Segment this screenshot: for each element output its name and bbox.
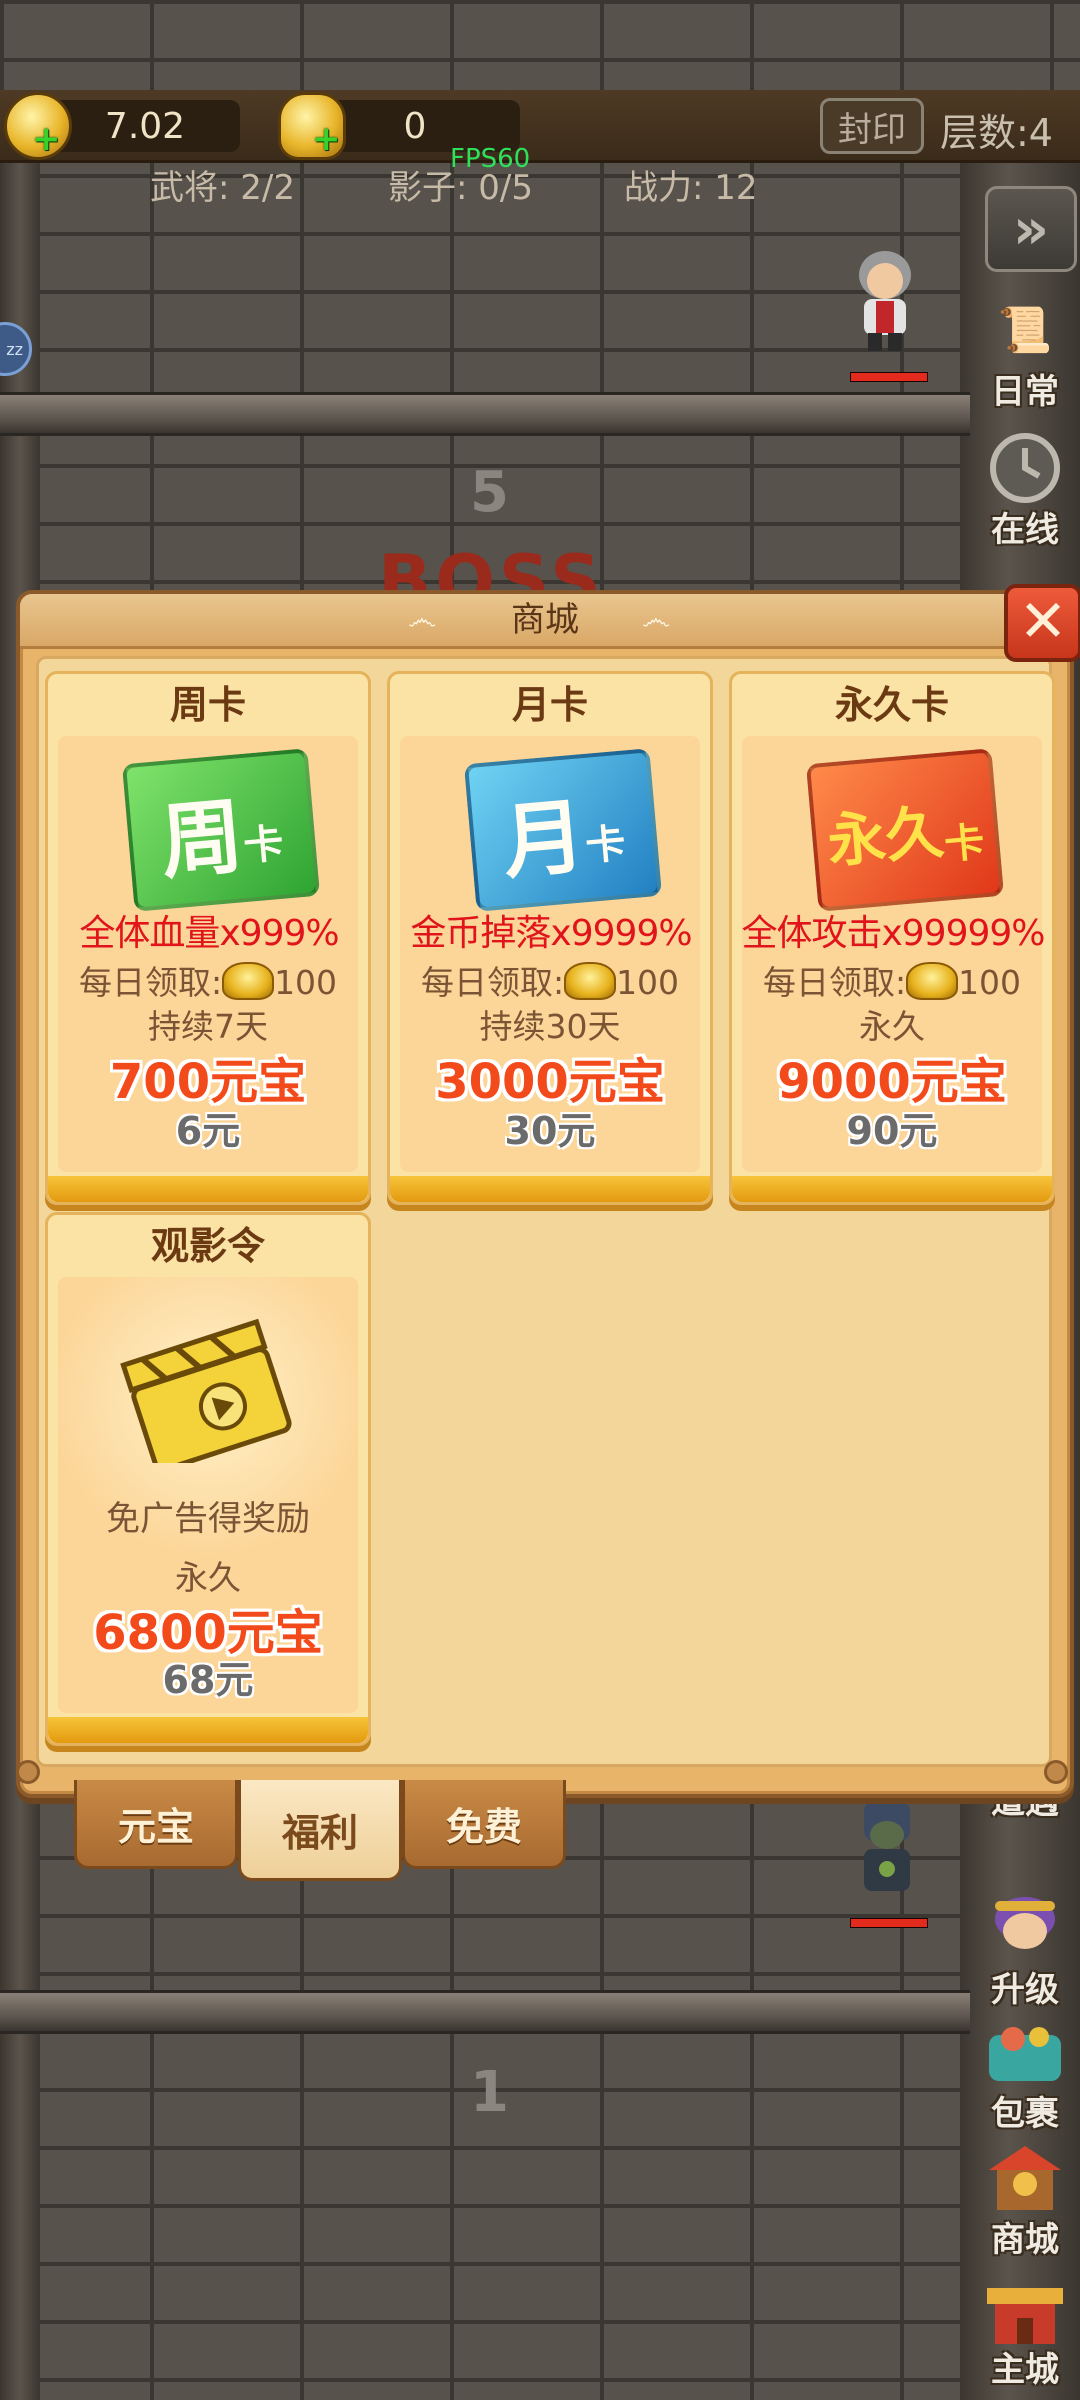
floor-beam <box>0 1990 970 2034</box>
fast-forward-button[interactable]: » <box>985 186 1077 272</box>
card-footer <box>48 1717 368 1743</box>
month-card-icon: 月卡 <box>463 748 663 912</box>
ingot-value: 0 <box>403 105 427 147</box>
shop-dialog: ෴ ෴ 商城 周卡 周卡 全体血量x999% 每日领取: 100 持续7天 700… <box>16 590 1074 1798</box>
online-button[interactable]: 在线 <box>975 428 1075 551</box>
bag-label: 包裹 <box>991 2094 1059 2134</box>
card-body: 周卡 全体血量x999% 每日领取: 100 持续7天 700元宝 6元 <box>58 736 358 1172</box>
shadows-count: 影子: 0/5 <box>388 168 533 208</box>
floor-number-top: 5 <box>470 460 509 525</box>
fast-forward-icon: » <box>1012 196 1050 262</box>
main-city-button[interactable]: 主城 <box>975 2268 1075 2391</box>
corner-ornament <box>16 1760 40 1784</box>
daily-button[interactable]: 📜 日常 <box>975 290 1075 413</box>
card-duration: 持续7天 <box>148 1007 268 1046</box>
card-duration: 永久 <box>859 1007 925 1046</box>
bag-button[interactable]: 包裹 <box>975 2012 1075 2135</box>
floor-beam <box>0 392 970 436</box>
shop-label: 商城 <box>991 2220 1059 2260</box>
scroll-icon: 📜 <box>997 305 1053 356</box>
permanent-card-item[interactable]: 永久卡 永久卡 全体攻击x99999% 每日领取: 100 永久 9000元宝 9… <box>729 671 1055 1205</box>
card-daily-reward: 每日领取: 100 <box>420 962 680 1002</box>
close-icon: ✕ <box>1018 587 1068 655</box>
card-title: 永久卡 <box>834 683 949 727</box>
enemy-soldier[interactable] <box>852 1795 922 1905</box>
week-card-item[interactable]: 周卡 周卡 全体血量x999% 每日领取: 100 持续7天 700元宝 6元 <box>45 671 371 1205</box>
shop-stall-icon <box>982 2138 1068 2218</box>
card-rmb-price: 68元 <box>162 1658 254 1702</box>
main-city-label: 主城 <box>991 2350 1059 2390</box>
add-ingot-icon[interactable]: + <box>312 122 341 156</box>
hero-general[interactable] <box>850 245 920 355</box>
month-card-item[interactable]: 月卡 月卡 金币掉落x9999% 每日领取: 100 持续30天 3000元宝 3… <box>387 671 713 1205</box>
card-effect: 全体攻击x99999% <box>741 913 1045 954</box>
card-rmb-price: 90元 <box>846 1109 938 1153</box>
seal-button[interactable]: 封印 <box>820 98 924 154</box>
card-body: 永久卡 全体攻击x99999% 每日领取: 100 永久 9000元宝 90元 <box>741 736 1046 1172</box>
card-duration: 持续30天 <box>479 1007 621 1046</box>
card-title: 周卡 <box>169 683 246 727</box>
upgrade-label: 升级 <box>991 1970 1059 2010</box>
enemy-hp-bar <box>850 1918 928 1928</box>
card-daily-reward: 每日领取: 100 <box>78 962 338 1002</box>
card-footer <box>732 1176 1052 1202</box>
clock-icon <box>982 428 1068 508</box>
ad-free-token-item[interactable]: 观影令 免广告得奖励 永久 6800元宝 68元 <box>45 1212 371 1746</box>
bag-icon <box>982 2012 1068 2092</box>
gold-ingot-icon <box>564 962 617 1000</box>
shop-button[interactable]: 商城 <box>975 2138 1075 2261</box>
card-daily-reward: 每日领取: 100 <box>762 962 1022 1002</box>
card-rmb-price: 6元 <box>175 1109 241 1153</box>
power-value: 战力: 12 <box>624 168 758 208</box>
corner-ornament <box>1044 1760 1068 1784</box>
permanent-card-icon: 永久卡 <box>805 748 1005 912</box>
shop-content: 周卡 周卡 全体血量x999% 每日领取: 100 持续7天 700元宝 6元 月… <box>36 656 1055 1767</box>
castle-icon <box>982 2268 1068 2348</box>
card-duration: 永久 <box>175 1558 241 1597</box>
tab-welfare[interactable]: 福利 <box>238 1780 402 1881</box>
gold-counter: 7.02 <box>50 100 240 152</box>
card-footer <box>48 1176 368 1202</box>
tab-ingot[interactable]: 元宝 <box>74 1780 238 1869</box>
gold-ingot-icon <box>906 962 959 1000</box>
week-card-icon: 周卡 <box>121 748 321 912</box>
card-body: 月卡 金币掉落x9999% 每日领取: 100 持续30天 3000元宝 30元 <box>400 736 700 1172</box>
card-effect: 金币掉落x9999% <box>410 913 692 954</box>
add-gold-icon[interactable]: + <box>32 122 61 156</box>
floor-number-bottom: 1 <box>470 2060 509 2125</box>
daily-label: 日常 <box>991 372 1059 412</box>
generals-count: 武将: 2/2 <box>150 168 295 208</box>
clapperboard-icon <box>120 1318 292 1463</box>
card-effect: 全体血量x999% <box>79 913 339 954</box>
upgrade-button[interactable]: 升级 <box>975 1888 1075 2011</box>
card-footer <box>390 1176 710 1202</box>
card-effect: 免广告得奖励 <box>106 1499 310 1539</box>
tab-free[interactable]: 免费 <box>402 1780 566 1869</box>
card-title: 月卡 <box>511 683 588 727</box>
card-title: 观影令 <box>150 1224 265 1268</box>
shop-title: 商城 <box>511 600 579 640</box>
card-body: 免广告得奖励 永久 6800元宝 68元 <box>58 1277 358 1713</box>
gold-value: 7.02 <box>104 105 186 147</box>
gold-ingot-icon <box>222 962 275 1000</box>
upgrade-general-icon <box>982 1888 1068 1968</box>
resource-bar: 7.02 + 0 + 封印 层数:4 <box>0 90 1080 163</box>
close-button[interactable]: ✕ <box>1004 584 1080 662</box>
online-label: 在线 <box>991 510 1059 550</box>
hero-hp-bar <box>850 372 928 382</box>
card-rmb-price: 30元 <box>504 1109 596 1153</box>
layer-count: 层数:4 <box>940 111 1053 155</box>
